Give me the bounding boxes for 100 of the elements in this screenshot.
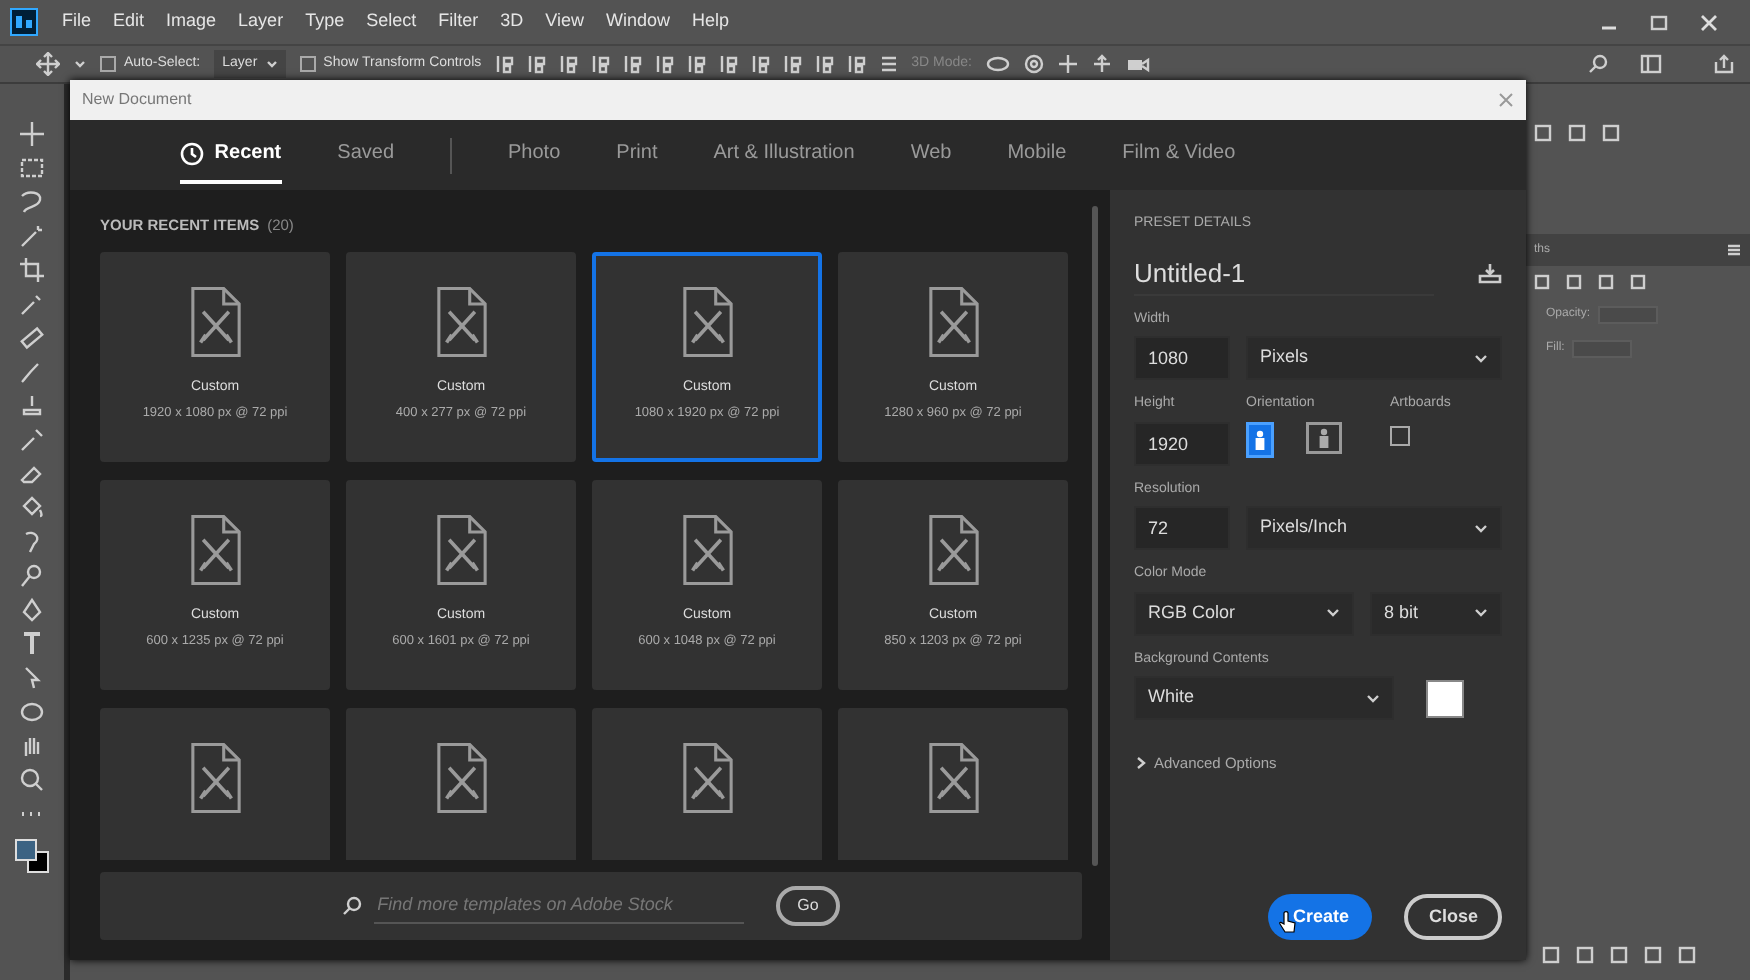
recent-item[interactable] [100, 708, 330, 861]
menu-item[interactable]: File [62, 8, 92, 36]
pan-icon[interactable] [1058, 54, 1078, 74]
align-icon[interactable] [815, 54, 834, 74]
menu-item[interactable]: Help [691, 8, 729, 36]
dodge-icon[interactable] [18, 562, 46, 590]
lasso-icon[interactable] [18, 188, 46, 216]
recent-item[interactable] [592, 708, 822, 861]
dropdown-value: Pixels/Inch [1260, 514, 1348, 541]
menu-item[interactable]: Type [305, 8, 345, 36]
menu-item[interactable]: Edit [113, 8, 145, 36]
pen-icon[interactable] [18, 596, 46, 624]
align-icon[interactable] [751, 54, 770, 74]
dropdown-value: RGB Color [1148, 599, 1236, 626]
wand-icon[interactable] [18, 222, 46, 250]
marquee-icon[interactable] [18, 154, 46, 182]
chevron-icon [1134, 756, 1146, 771]
caret-icon [265, 58, 278, 70]
close-button[interactable]: Close [1404, 893, 1502, 940]
menu-icon[interactable] [1726, 242, 1742, 258]
background-dropdown[interactable]: White [1134, 676, 1394, 720]
search-icon[interactable] [1588, 54, 1608, 74]
color-swatches-icon[interactable] [12, 834, 52, 878]
distribute-icon[interactable] [879, 54, 898, 74]
tab[interactable]: Mobile [1007, 138, 1067, 184]
tab[interactable]: Photo [508, 138, 561, 184]
menu-item[interactable]: Select [366, 8, 417, 36]
menu-item[interactable]: Layer [238, 8, 284, 36]
tab[interactable]: Saved [337, 138, 395, 184]
unit-dropdown[interactable]: Pixels/Inch [1246, 506, 1502, 550]
save-preset-icon[interactable] [1478, 262, 1502, 284]
landscape-orientation-icon[interactable] [1306, 421, 1342, 453]
tab[interactable]: Recent [180, 138, 282, 184]
menu-item[interactable]: Image [166, 8, 217, 36]
move-icon[interactable] [36, 52, 60, 76]
document-icon [435, 742, 487, 815]
unit-dropdown[interactable]: Pixels [1246, 336, 1502, 380]
menu-item[interactable]: Filter [438, 8, 479, 36]
stamp-icon[interactable] [18, 392, 46, 420]
type-icon[interactable] [18, 630, 46, 658]
document-icon [189, 286, 241, 359]
search-field[interactable]: Find more templates on Adobe Stock [373, 890, 744, 923]
recent-item[interactable] [346, 708, 576, 861]
align-icon[interactable] [495, 54, 514, 74]
align-icon[interactable] [719, 54, 738, 74]
align-icon[interactable] [559, 54, 578, 74]
orbit-icon[interactable] [986, 54, 1010, 74]
document-icon [189, 742, 241, 815]
document-icon [435, 514, 487, 587]
go-button[interactable]: Go [775, 886, 841, 927]
align-icon[interactable] [591, 54, 610, 74]
caret-icon [1366, 693, 1380, 703]
align-icon[interactable] [527, 54, 546, 74]
create-button[interactable]: Create [1268, 893, 1373, 940]
document-icon [189, 514, 241, 587]
checkbox[interactable] [299, 56, 316, 72]
bandage-icon[interactable] [18, 324, 46, 352]
dropdown-value: 8 bit [1384, 599, 1419, 626]
align-icon[interactable] [687, 54, 706, 74]
portrait-orientation-icon[interactable] [1246, 421, 1274, 457]
camera-icon[interactable] [1126, 54, 1150, 74]
crop-icon[interactable] [18, 256, 46, 284]
recent-item[interactable] [838, 708, 1068, 861]
move-icon[interactable] [18, 120, 46, 148]
caret-icon[interactable] [74, 58, 86, 70]
tab[interactable]: Art & Illustration [713, 138, 855, 184]
align-icon[interactable] [783, 54, 802, 74]
tab[interactable]: Print [616, 138, 658, 184]
caret-icon [1474, 523, 1488, 533]
zoom-icon[interactable] [18, 766, 46, 794]
number-field[interactable]: 1920 [1134, 421, 1230, 465]
menu-item[interactable]: Window [605, 8, 670, 36]
menu-item[interactable]: View [545, 8, 584, 36]
tab[interactable]: Web [910, 138, 952, 184]
slide-icon[interactable] [1092, 54, 1112, 74]
align-icon[interactable] [623, 54, 642, 74]
workspace-icon[interactable] [1640, 54, 1662, 74]
align-icon[interactable] [847, 54, 866, 74]
maximize-icon[interactable] [1650, 13, 1668, 31]
checkbox[interactable] [100, 56, 116, 72]
dropdown-value: White [1148, 684, 1195, 711]
menu-item[interactable]: 3D [500, 8, 524, 36]
clock-icon [180, 141, 205, 165]
bit-depth-dropdown[interactable]: 8 bit [1370, 591, 1502, 635]
bucket-icon[interactable] [18, 494, 46, 522]
color-swatch[interactable] [1426, 679, 1464, 717]
color-mode-dropdown[interactable]: RGB Color [1134, 591, 1354, 635]
share-icon[interactable] [1714, 54, 1734, 74]
name-field[interactable]: Untitled-1 [1134, 251, 1434, 295]
ellipse-icon[interactable] [18, 698, 46, 726]
tab[interactable]: Film & Video [1122, 138, 1236, 184]
number-field[interactable]: 72 [1134, 506, 1230, 550]
number-field[interactable]: 1080 [1134, 336, 1230, 380]
hand-cursor-icon [1278, 909, 1296, 933]
roll-icon[interactable] [1024, 54, 1044, 74]
document-icon [681, 742, 733, 815]
dropdown-value: Pixels [1260, 344, 1309, 371]
dialog-title: New Document [82, 88, 192, 112]
align-icon[interactable] [655, 54, 674, 74]
checkbox[interactable] [1390, 425, 1410, 445]
